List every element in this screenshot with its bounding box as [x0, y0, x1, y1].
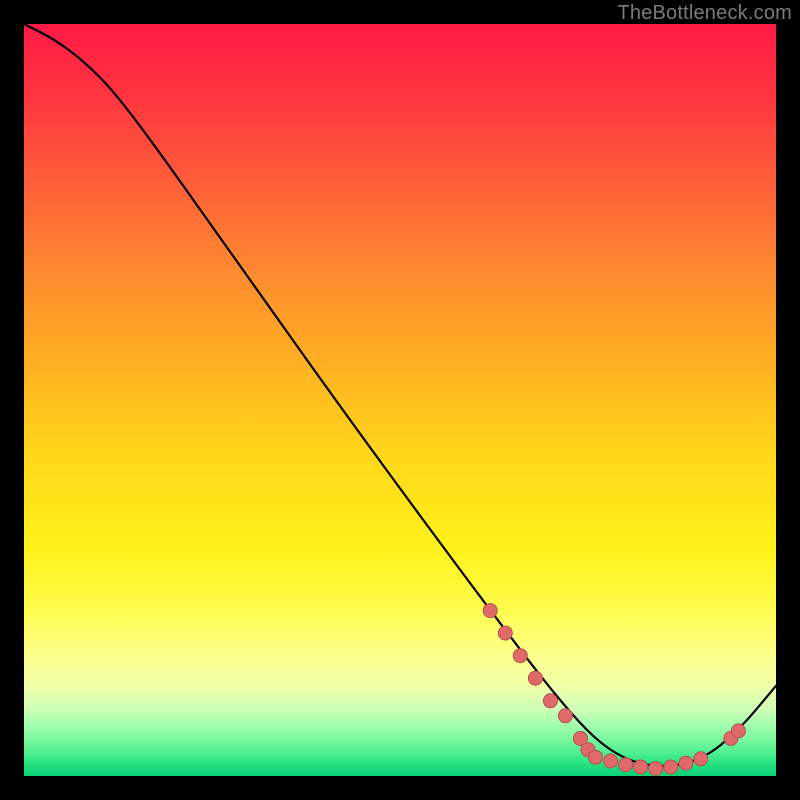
- attribution-label: TheBottleneck.com: [617, 2, 792, 25]
- background-gradient: [24, 24, 776, 776]
- plot-area: [24, 24, 776, 776]
- chart-stage: TheBottleneck.com: [0, 0, 800, 800]
